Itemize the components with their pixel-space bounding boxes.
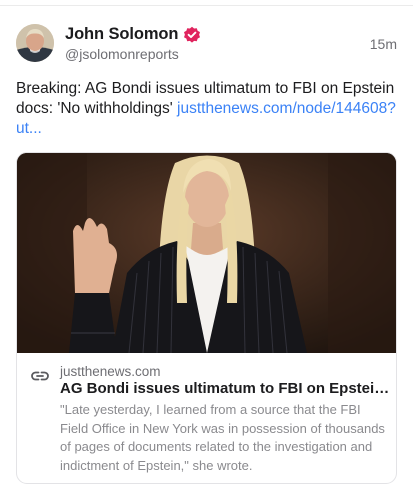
post-container: John Solomon @jsolomonreports 15m Breaki… bbox=[0, 0, 413, 500]
link-description: "Late yesterday, I learned from a source… bbox=[60, 402, 385, 473]
avatar[interactable] bbox=[16, 24, 54, 62]
link-preview-card[interactable]: justthenews.com AG Bondi issues ultimatu… bbox=[16, 152, 397, 484]
author-name[interactable]: John Solomon bbox=[65, 25, 178, 44]
post-header: John Solomon @jsolomonreports 15m bbox=[16, 24, 397, 66]
link-domain: justthenews.com bbox=[60, 364, 161, 379]
post-timestamp[interactable]: 15m bbox=[370, 36, 397, 52]
name-row: John Solomon bbox=[65, 25, 201, 44]
verified-badge-icon bbox=[183, 26, 201, 44]
divider bbox=[0, 5, 413, 6]
avatar-image bbox=[16, 24, 54, 62]
link-preview-body: justthenews.com AG Bondi issues ultimatu… bbox=[17, 353, 396, 483]
link-icon bbox=[30, 366, 50, 386]
link-preview-image bbox=[17, 153, 396, 354]
link-title[interactable]: AG Bondi issues ultimatum to FBI on Epst… bbox=[60, 380, 390, 397]
author-handle[interactable]: @jsolomonreports bbox=[65, 46, 179, 62]
post-text: Breaking: AG Bondi issues ultimatum to F… bbox=[16, 79, 400, 139]
